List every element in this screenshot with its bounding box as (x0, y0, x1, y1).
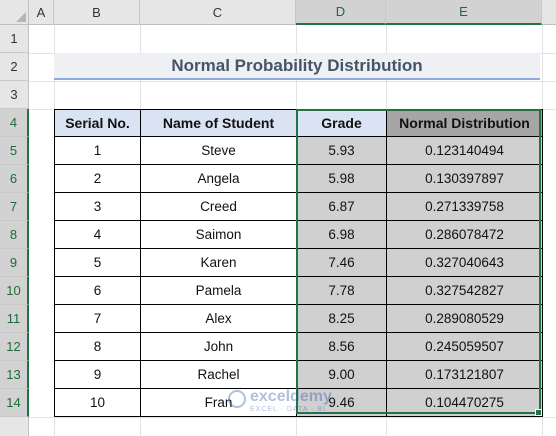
cell-name[interactable]: Fran (140, 388, 297, 417)
cell-serial[interactable]: 6 (54, 276, 141, 305)
cell-grade[interactable]: 7.46 (296, 248, 387, 277)
row-header-11[interactable]: 11 (0, 305, 29, 333)
cell-serial[interactable]: 5 (54, 248, 141, 277)
fill-handle[interactable] (535, 409, 542, 416)
cell-name[interactable]: Karen (140, 248, 297, 277)
cell-serial[interactable]: 7 (54, 304, 141, 333)
column-header-a[interactable]: A (29, 0, 54, 25)
cell-serial[interactable]: 10 (54, 388, 141, 417)
cell-serial[interactable]: 1 (54, 136, 141, 165)
cell-name[interactable]: Saimon (140, 220, 297, 249)
cell-grade[interactable]: 6.87 (296, 192, 387, 221)
cell-name[interactable]: Alex (140, 304, 297, 333)
column-header-b[interactable]: B (54, 0, 140, 25)
row-header-13[interactable]: 13 (0, 361, 29, 389)
table-row: 6 Pamela 7.78 0.327542827 (54, 276, 543, 305)
gridline (29, 81, 556, 82)
cell-normal-distribution[interactable]: 0.130397897 (386, 164, 543, 193)
row-header-7[interactable]: 7 (0, 193, 29, 221)
row-header-12[interactable]: 12 (0, 333, 29, 361)
column-header-d[interactable]: D (296, 0, 386, 25)
row-header-10[interactable]: 10 (0, 277, 29, 305)
select-all-corner[interactable] (0, 0, 29, 25)
cell-name[interactable]: John (140, 332, 297, 361)
cell-serial[interactable]: 9 (54, 360, 141, 389)
select-all-triangle-icon (16, 12, 26, 22)
cell-name[interactable]: Rachel (140, 360, 297, 389)
table-row: 8 John 8.56 0.245059507 (54, 332, 543, 361)
cell-grade[interactable]: 8.56 (296, 332, 387, 361)
row-header-6[interactable]: 6 (0, 165, 29, 193)
column-header-next (542, 0, 556, 25)
cell-normal-distribution[interactable]: 0.104470275 (386, 388, 543, 417)
cell-normal-distribution[interactable]: 0.286078472 (386, 220, 543, 249)
row-header-5[interactable]: 5 (0, 137, 29, 165)
column-header-e[interactable]: E (386, 0, 542, 25)
table-row: 9 Rachel 9.00 0.173121807 (54, 360, 543, 389)
cell-name[interactable]: Creed (140, 192, 297, 221)
row-header-next (0, 417, 29, 436)
table-row: 1 Steve 5.93 0.123140494 (54, 136, 543, 165)
row-header-9[interactable]: 9 (0, 249, 29, 277)
cell-normal-distribution[interactable]: 0.271339758 (386, 192, 543, 221)
table-row: 3 Creed 6.87 0.271339758 (54, 192, 543, 221)
cell-normal-distribution[interactable]: 0.327040643 (386, 248, 543, 277)
cell-name[interactable]: Angela (140, 164, 297, 193)
table-row: 10 Fran 9.46 0.104470275 (54, 388, 543, 417)
header-serial-no[interactable]: Serial No. (54, 109, 141, 137)
gridline (29, 417, 556, 418)
table-row: 4 Saimon 6.98 0.286078472 (54, 220, 543, 249)
cell-name[interactable]: Pamela (140, 276, 297, 305)
cell-normal-distribution[interactable]: 0.123140494 (386, 136, 543, 165)
header-normal-distribution[interactable]: Normal Distribution (386, 109, 543, 137)
cell-grade[interactable]: 5.98 (296, 164, 387, 193)
cell-grade[interactable]: 5.93 (296, 136, 387, 165)
cell-normal-distribution[interactable]: 0.245059507 (386, 332, 543, 361)
cell-serial[interactable]: 8 (54, 332, 141, 361)
table-row: 5 Karen 7.46 0.327040643 (54, 248, 543, 277)
table-row: 7 Alex 8.25 0.289080529 (54, 304, 543, 333)
cell-grade[interactable]: 7.78 (296, 276, 387, 305)
header-name-of-student[interactable]: Name of Student (140, 109, 297, 137)
cell-serial[interactable]: 4 (54, 220, 141, 249)
cell-normal-distribution[interactable]: 0.327542827 (386, 276, 543, 305)
row-header-2[interactable]: 2 (0, 53, 29, 81)
row-header-4[interactable]: 4 (0, 109, 29, 137)
cell-grade[interactable]: 8.25 (296, 304, 387, 333)
cell-normal-distribution[interactable]: 0.173121807 (386, 360, 543, 389)
row-header-8[interactable]: 8 (0, 221, 29, 249)
row-header-14[interactable]: 14 (0, 389, 29, 417)
column-header-c[interactable]: C (140, 0, 296, 25)
row-header-3[interactable]: 3 (0, 81, 29, 109)
header-grade[interactable]: Grade (296, 109, 387, 137)
cell-normal-distribution[interactable]: 0.289080529 (386, 304, 543, 333)
row-header-1[interactable]: 1 (0, 25, 29, 53)
cell-grade[interactable]: 6.98 (296, 220, 387, 249)
sheet-title[interactable]: Normal Probability Distribution (54, 53, 540, 80)
table-header-row: Serial No. Name of Student Grade Normal … (54, 109, 543, 137)
table-row: 2 Angela 5.98 0.130397897 (54, 164, 543, 193)
cell-name[interactable]: Steve (140, 136, 297, 165)
cell-grade[interactable]: 9.00 (296, 360, 387, 389)
data-table: Serial No. Name of Student Grade Normal … (54, 109, 543, 417)
cell-serial[interactable]: 2 (54, 164, 141, 193)
cell-grade[interactable]: 9.46 (296, 388, 387, 417)
cell-serial[interactable]: 3 (54, 192, 141, 221)
